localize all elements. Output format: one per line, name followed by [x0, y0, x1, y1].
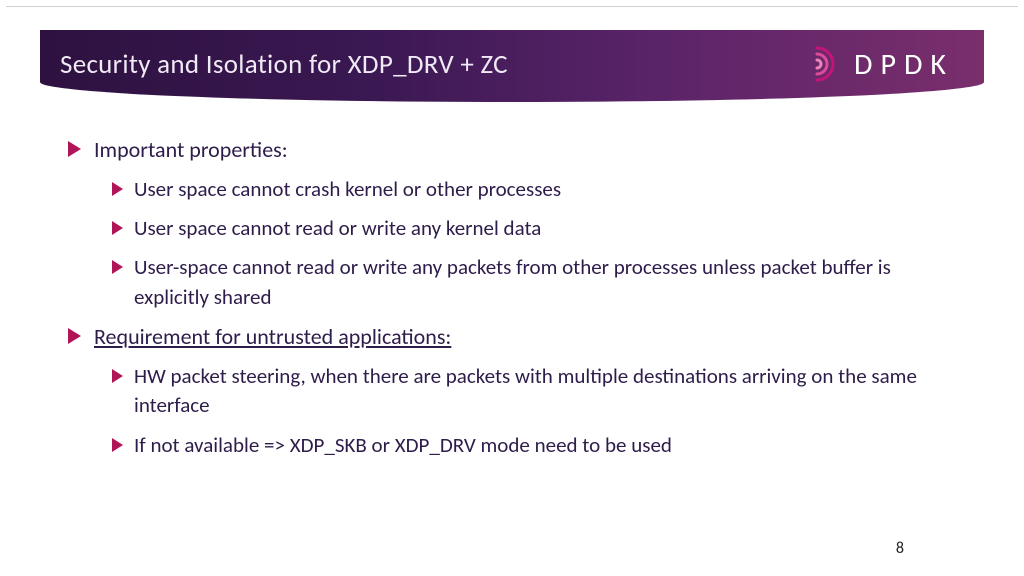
sub-list: User space cannot crash kernel or other … [112, 175, 956, 313]
section-heading: Important properties: [94, 136, 288, 163]
dpdk-logo-icon [804, 44, 844, 84]
list-item: User space cannot read or write any kern… [112, 214, 956, 243]
slide-body: Important properties: User space cannot … [68, 135, 956, 470]
section-heading: Requirement for untrusted applications: [94, 323, 451, 350]
page-number: 8 [896, 539, 904, 558]
bullet-text: User-space cannot read or write any pack… [134, 254, 891, 309]
slide-header: Security and Isolation for XDP_DRV + ZC … [40, 30, 984, 102]
bullet-text: If not available => XDP_SKB or XDP_DRV m… [134, 432, 672, 458]
bullet-text: HW packet steering, when there are packe… [134, 363, 917, 418]
list-item: User-space cannot read or write any pack… [112, 253, 956, 312]
list-item: Requirement for untrusted applications: … [68, 322, 956, 460]
bullet-list: Important properties: User space cannot … [68, 135, 956, 460]
slide-title: Security and Isolation for XDP_DRV + ZC [60, 48, 508, 81]
bullet-text: User space cannot read or write any kern… [134, 215, 541, 241]
list-item: User space cannot crash kernel or other … [112, 175, 956, 204]
list-item: HW packet steering, when there are packe… [112, 362, 956, 421]
dpdk-logo-text: DPDK [854, 46, 954, 83]
slide: Security and Isolation for XDP_DRV + ZC … [0, 0, 1024, 576]
bullet-text: User space cannot crash kernel or other … [134, 176, 561, 202]
sub-list: HW packet steering, when there are packe… [112, 362, 956, 460]
list-item: Important properties: User space cannot … [68, 135, 956, 312]
top-frame-line [6, 6, 1018, 7]
dpdk-logo: DPDK [804, 44, 954, 84]
list-item: If not available => XDP_SKB or XDP_DRV m… [112, 431, 956, 460]
